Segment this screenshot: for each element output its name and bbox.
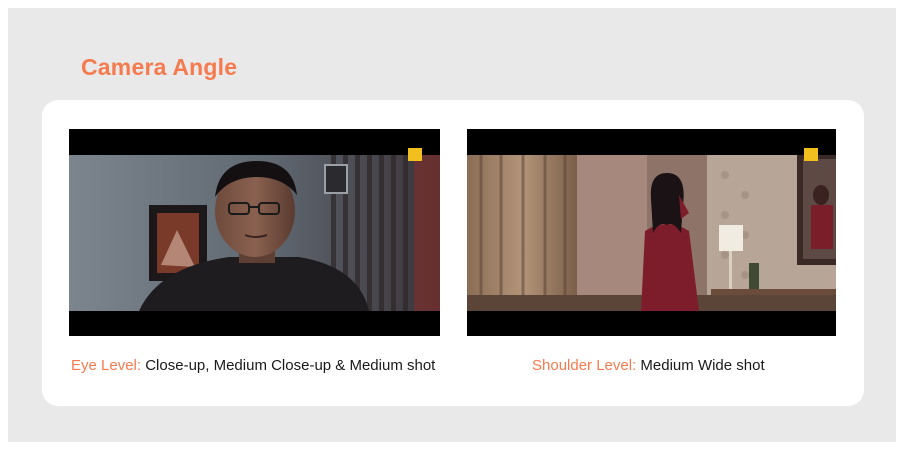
content-card: Eye Level: Close-up, Medium Close-up & M… — [42, 100, 864, 406]
scene-image-eye-level — [69, 155, 440, 311]
man-closeup-illustration — [69, 155, 440, 311]
film-still-shoulder-level — [467, 129, 836, 336]
slide-title: Camera Angle — [81, 54, 238, 80]
film-still-eye-level — [69, 129, 440, 336]
channel-logo-icon — [408, 148, 422, 161]
caption-eye-level: Eye Level: Close-up, Medium Close-up & M… — [71, 357, 435, 374]
caption-level-label: Eye Level: — [71, 357, 142, 374]
caption-description: Medium Wide shot — [640, 357, 765, 374]
caption-description: Close-up, Medium Close-up & Medium shot — [145, 357, 436, 374]
caption-level-label: Shoulder Level: — [532, 357, 637, 374]
scene-image-shoulder-level — [467, 155, 836, 311]
slide: Camera Angle Eye Level: Close-up, Medium… — [8, 8, 896, 442]
woman-on-phone-illustration — [467, 155, 836, 311]
channel-logo-icon — [804, 148, 818, 161]
caption-shoulder-level: Shoulder Level: Medium Wide shot — [532, 357, 765, 374]
